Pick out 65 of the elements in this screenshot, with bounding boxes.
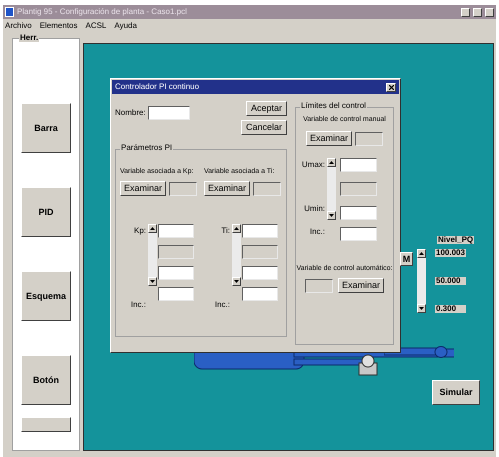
level-reading: 100.003 [435, 249, 466, 257]
field-label: Ti: [221, 227, 230, 235]
field-label: Inc.: [214, 301, 230, 309]
spin-scrollbar[interactable] [417, 249, 426, 313]
input-field[interactable] [242, 224, 278, 238]
down-arrow-icon[interactable] [329, 214, 334, 217]
input-field[interactable] [340, 182, 377, 196]
spin-scrollbar[interactable] [327, 158, 336, 220]
manual-button[interactable]: M [400, 252, 413, 266]
field-label: Umin: [304, 205, 325, 213]
input-field[interactable] [242, 287, 278, 301]
input-field[interactable] [169, 182, 198, 196]
input-field[interactable] [340, 206, 377, 220]
tool-button[interactable]: Botón [21, 355, 71, 405]
down-arrow-icon[interactable] [234, 280, 239, 283]
group-title: Parámetros PI [120, 144, 174, 152]
tool-button[interactable]: PID [21, 187, 71, 237]
group-title: Límites del control [300, 102, 367, 110]
input-field[interactable] [242, 245, 278, 259]
field-label: Kp: [134, 227, 146, 235]
menu-item[interactable]: Archivo [5, 22, 32, 30]
field-label: Nombre: [115, 109, 146, 117]
spin-scrollbar[interactable] [232, 224, 241, 286]
tool-button[interactable]: Barra [21, 103, 71, 153]
input-field[interactable] [242, 266, 278, 280]
level-label: Nivel_PQ [437, 236, 474, 244]
browse-button[interactable]: Examinar [120, 181, 166, 196]
panel-title: Herr. [19, 34, 40, 42]
dialog-title: Controlador PI continuo [115, 83, 200, 91]
level-reading: 0.300 [435, 305, 466, 313]
up-arrow-icon[interactable] [234, 227, 239, 230]
field-label: Inc.: [310, 228, 325, 236]
down-arrow-icon[interactable] [150, 280, 155, 283]
dialog-button[interactable]: Aceptar [246, 101, 287, 116]
browse-button[interactable]: Examinar [338, 278, 384, 293]
tool-button[interactable]: Esquema [21, 271, 71, 321]
input-field[interactable] [148, 106, 190, 120]
tool-button[interactable] [21, 417, 71, 432]
input-field[interactable] [158, 224, 194, 238]
input-field[interactable] [340, 227, 377, 241]
field-label: Umax: [302, 161, 325, 169]
simulate-button[interactable]: Simular [432, 380, 480, 405]
level-reading: 50.000 [435, 277, 466, 285]
spin-scrollbar[interactable] [148, 224, 157, 286]
menu-item[interactable]: Ayuda [114, 22, 137, 30]
browse-button[interactable]: Examinar [204, 181, 250, 196]
dialog-button[interactable]: Cancelar [240, 120, 287, 135]
up-arrow-icon[interactable] [329, 161, 334, 164]
browse-button[interactable]: Examinar [306, 131, 352, 146]
input-field[interactable] [340, 158, 377, 172]
menu-item[interactable]: ACSL [85, 22, 106, 30]
input-field[interactable] [304, 278, 333, 292]
menu-item[interactable]: Elementos [40, 22, 78, 30]
input-field[interactable] [158, 287, 194, 301]
up-arrow-icon[interactable] [419, 252, 424, 255]
input-field[interactable] [158, 266, 194, 280]
down-arrow-icon[interactable] [419, 307, 424, 310]
input-field[interactable] [158, 245, 194, 259]
field-label: Inc.: [130, 301, 146, 309]
up-arrow-icon[interactable] [150, 227, 155, 230]
app-icon [5, 7, 14, 17]
input-field[interactable] [355, 132, 383, 146]
close-icon [388, 84, 394, 90]
input-field[interactable] [253, 182, 282, 196]
window-title: Plantig 95 - Configuración de planta - Caso1.pcl [17, 8, 187, 16]
